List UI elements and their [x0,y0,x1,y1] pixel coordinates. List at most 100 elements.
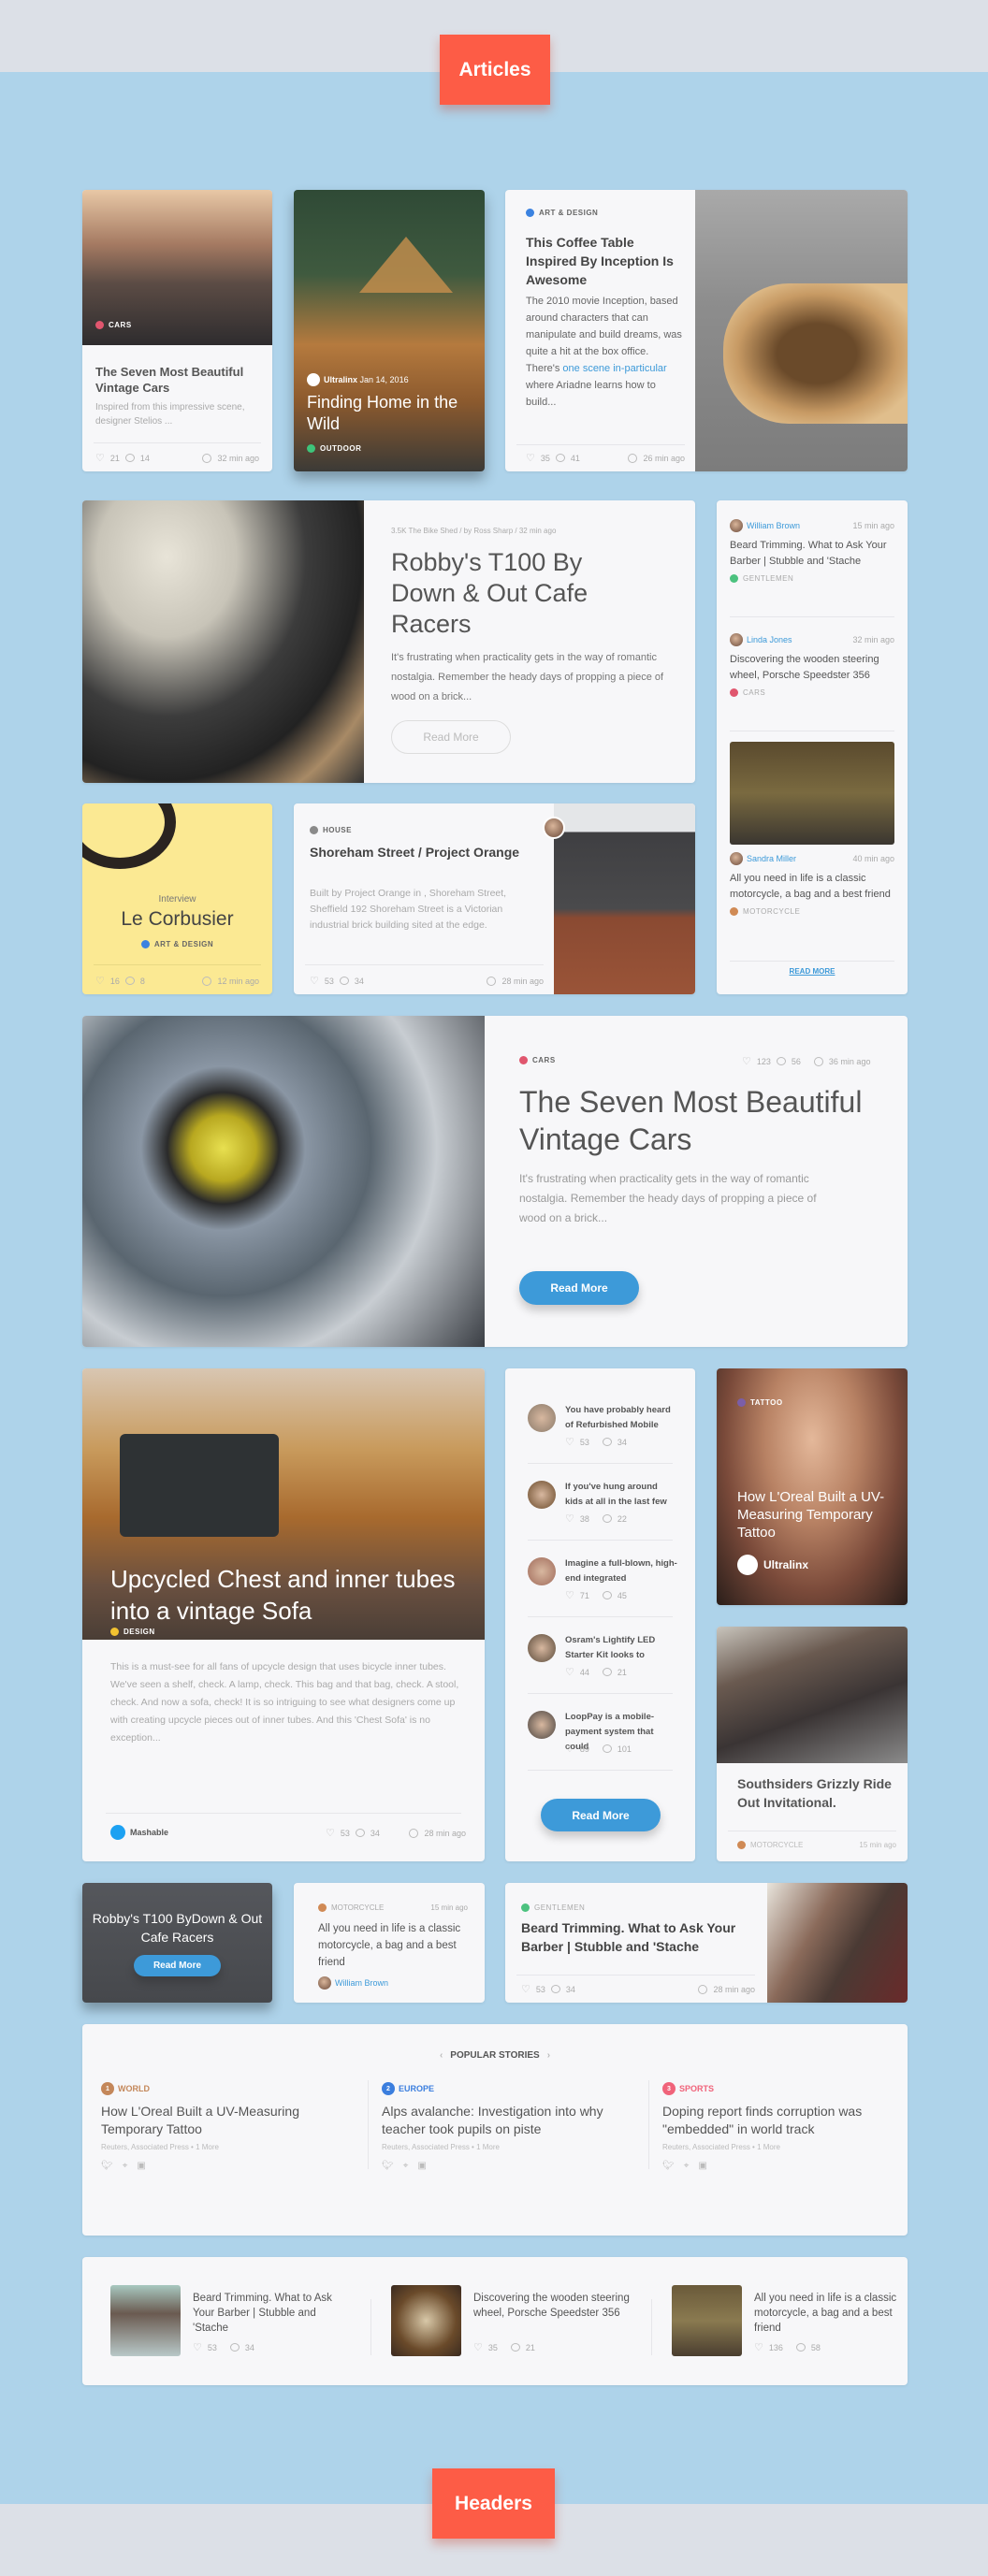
read-more-button[interactable]: Read More [134,1955,221,1976]
item-title[interactable]: Discovering the wooden steering wheel, P… [730,652,894,684]
article-title[interactable]: Beard Trimming. What to Ask Your Barber … [193,2291,352,2336]
card-title[interactable]: Upcycled Chest and inner tubes into a vi… [110,1563,466,1627]
article-card-robby[interactable]: 3.5K The Bike Shed / by Ross Sharp / 32 … [82,500,695,783]
article-title[interactable]: All you need in life is a classic motorc… [754,2291,908,2336]
item-text[interactable]: If you've hung around kids at all in the… [565,1480,677,1510]
card-title[interactable]: Southsiders Grizzly Ride Out Invitationa… [737,1774,901,1812]
clock-icon [628,453,638,463]
inline-link[interactable]: one scene in-particular [562,363,666,374]
author-name[interactable]: William Brown [335,1978,388,1988]
featured-title[interactable]: The Seven Most Beautiful Vintage Cars [519,1083,894,1158]
list-item[interactable]: LoopPay is a mobile-payment system that … [528,1694,682,1759]
author-name[interactable]: Sandra Miller [747,854,796,863]
card-title[interactable]: Finding Home in the Wild [307,392,475,435]
card-title[interactable]: Beard Trimming. What to Ask Your Barber … [521,1918,755,1956]
related-article[interactable]: Beard Trimming. What to Ask Your Barber … [110,2285,372,2358]
heart-icon: ♡ [95,453,105,464]
avatar [528,1557,556,1585]
article-card-vintage-cars[interactable]: Cars The Seven Most Beautiful Vintage Ca… [82,190,272,471]
category-label: EUROPE [399,2084,435,2093]
popular-story[interactable]: 2 EUROPE Alps avalanche: Investigation in… [382,2082,634,2171]
list-item[interactable]: Imagine a full-blown, high-end integrate… [528,1541,682,1606]
image-icon[interactable]: ▣ [137,2161,145,2171]
story-title[interactable]: Alps avalanche: Investigation into why t… [382,2103,634,2138]
clock-icon [409,1828,419,1838]
card-title[interactable]: How L'Oreal Built a UV-Measuring Tempora… [737,1488,896,1541]
popular-stories-panel: ‹ POPULAR STORIES › 1 WORLD How L'Oreal Bui… [82,2024,908,2236]
card-title[interactable]: This Coffee Table Inspired By Inception … [526,233,685,289]
item-text[interactable]: Imagine a full-blown, high-end integrate… [565,1556,677,1586]
heart-icon: ♡ [526,453,535,464]
card-title[interactable]: Shoreham Street / Project Orange [310,843,544,861]
read-more-button[interactable]: Read More [391,720,511,754]
location-pin-icon[interactable]: ⌖ [684,2161,690,2171]
card-title[interactable]: Le Corbusier [82,908,272,931]
timestamp: 32 min ago [217,453,259,463]
thumbnail [110,2285,181,2356]
prev-arrow[interactable]: ‹ [440,2050,443,2061]
avatar [528,1634,556,1662]
story-sources: Reuters, Associated Press • 1 More [662,2143,780,2151]
article-card-le-corbusier[interactable]: Interview Le Corbusier Art & Design ♡ 16 8… [82,803,272,994]
article-card-coffee-table[interactable]: Art & Design This Coffee Table Inspired … [505,190,908,471]
house-image [359,237,453,293]
sidebar-item[interactable]: William Brown 15 min ago Beard Trimming. … [730,519,894,583]
article-card-motorcycle[interactable]: Motorcycle 15 min ago All you need in lif… [294,1883,485,2003]
story-title[interactable]: Doping report finds corruption was "embe… [662,2103,908,2138]
article-card-shoreham[interactable]: House Shoreham Street / Project Orange B… [294,803,695,994]
author-name[interactable]: William Brown [747,521,800,530]
story-title[interactable]: How L'Oreal Built a UV-Measuring Tempora… [101,2103,354,2138]
card-title[interactable]: All you need in life is a classic motorc… [318,1920,468,1971]
image-icon[interactable]: ▣ [417,2161,426,2171]
article-title[interactable]: Robby's T100 By Down & Out Cafe Racers [391,547,616,640]
story-sources: Reuters, Associated Press • 1 More [382,2143,500,2151]
author-name[interactable]: Linda Jones [747,635,792,644]
article-card-upcycled[interactable]: Upcycled Chest and inner tubes into a vi… [82,1368,485,1861]
popular-story[interactable]: 3 SPORTS Doping report finds corruption w… [662,2082,908,2171]
comment-icon [124,454,135,462]
card-title[interactable]: The Seven Most Beautiful Vintage Cars [95,364,264,396]
item-text[interactable]: You have probably heard of Refurbished M… [565,1403,677,1433]
item-title[interactable]: Beard Trimming. What to Ask Your Barber … [730,538,894,570]
building-image [554,803,695,994]
source-name[interactable]: Mashable [130,1828,168,1837]
list-item[interactable]: You have probably heard of Refurbished M… [528,1387,682,1453]
location-pin-icon[interactable]: ⌖ [123,2161,128,2171]
featured-article-card[interactable]: Cars ♡ 123 56 36 min ago The Seven Most Bea… [82,1016,908,1347]
article-card-tattoo[interactable]: Tattoo How L'Oreal Built a UV-Measuring … [717,1368,908,1605]
card-title[interactable]: Robby's T100 ByDown & Out Cafe Racers [82,1909,272,1946]
list-item[interactable]: If you've hung around kids at all in the… [528,1464,682,1529]
location-pin-icon[interactable]: ⌖ [403,2161,409,2171]
article-card-finding-home[interactable]: Ultralinx Jan 14, 2016 Finding Home in t… [294,190,485,471]
twitter-icon[interactable]: 🐦︎ [101,2161,113,2171]
source-name[interactable]: Ultralinx [763,1558,808,1571]
card-excerpt: Inspired from this impressive scene, des… [95,402,245,427]
article-card-dark[interactable]: Robby's T100 ByDown & Out Cafe Racers Re… [82,1883,272,2003]
comment-icon [229,2343,240,2352]
article-card-southsiders[interactable]: Southsiders Grizzly Ride Out Invitationa… [717,1627,908,1861]
riders-image [717,1627,908,1763]
comment-icon [355,1829,365,1837]
related-article[interactable]: All you need in life is a classic motorc… [672,2285,908,2358]
item-title[interactable]: All you need in life is a classic motorc… [730,871,894,903]
twitter-icon[interactable]: 🐦︎ [662,2161,675,2171]
list-item[interactable]: Osram's Lightify LED Starter Kit looks t… [528,1617,682,1683]
heart-icon: ♡ [521,1984,530,1995]
avatar [528,1711,556,1739]
sidebar-item[interactable]: Sandra Miller 40 min ago All you need in … [730,852,894,916]
article-title[interactable]: Discovering the wooden steering wheel, P… [473,2291,632,2321]
article-card-beard[interactable]: Gentlemen Beard Trimming. What to Ask Yo… [505,1883,908,2003]
related-article[interactable]: Discovering the wooden steering wheel, P… [391,2285,653,2358]
read-more-button[interactable]: Read More [519,1271,639,1305]
read-more-button[interactable]: Read More [541,1799,661,1831]
headers-section-label: Headers [432,2468,555,2539]
clock-icon [813,1056,823,1066]
twitter-icon[interactable]: 🐦︎ [382,2161,394,2171]
image-icon[interactable]: ▣ [698,2161,706,2171]
next-arrow[interactable]: › [547,2050,550,2061]
sidebar-item[interactable]: Linda Jones 32 min ago Discovering the wo… [730,633,894,697]
read-more-link[interactable]: READ MORE [717,967,908,976]
clock-icon [202,453,212,463]
popular-story[interactable]: 1 WORLD How L'Oreal Built a UV-Measuring … [101,2082,354,2171]
item-text[interactable]: Osram's Lightify LED Starter Kit looks t… [565,1633,677,1663]
